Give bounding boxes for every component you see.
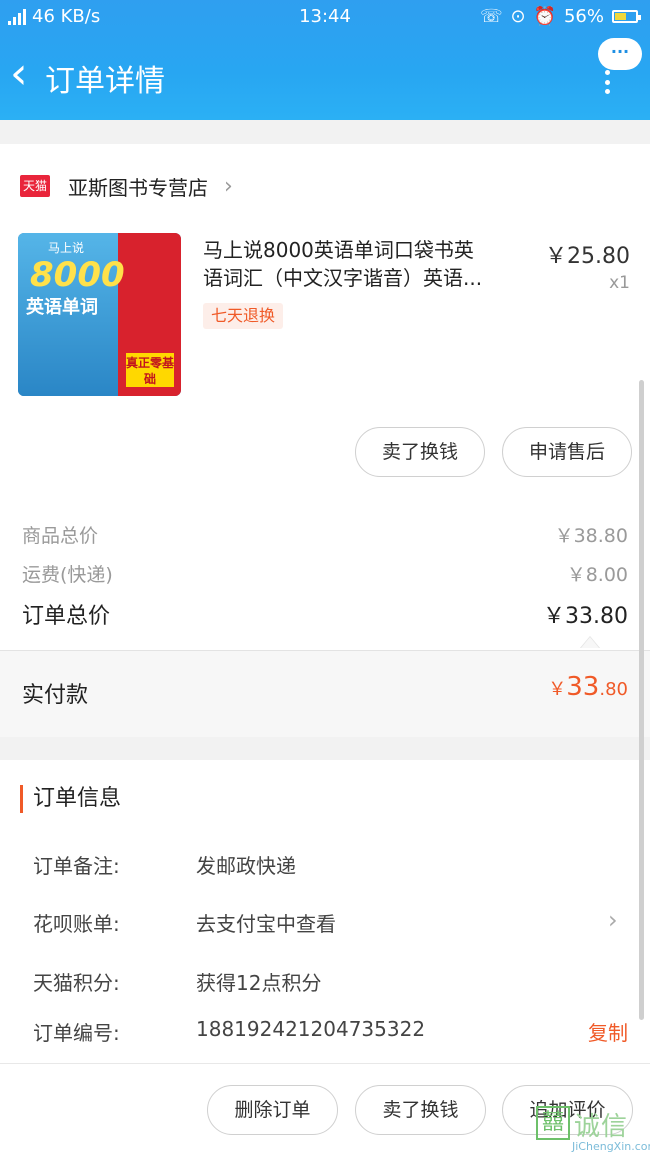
tmall-badge: 天猫 xyxy=(20,175,50,197)
product-image[interactable]: 马上说 8000 英语单词 真正零基础 xyxy=(18,233,181,396)
shipping-row: 运费(快递) ￥8.00 xyxy=(22,564,628,586)
scrollbar[interactable] xyxy=(639,380,644,1020)
sell-for-cash-bottom-button[interactable]: 卖了换钱 xyxy=(355,1085,486,1135)
lock-rotation-icon: ⊙ xyxy=(510,6,526,27)
more-menu-icon[interactable] xyxy=(601,70,613,94)
order-total-row: 订单总价 ￥33.80 xyxy=(22,604,628,629)
order-note-value: 发邮政快递 xyxy=(196,854,296,878)
actual-payment-value: ￥33.80 xyxy=(548,672,628,702)
order-number-value: 1881924212047353​22 xyxy=(196,1017,426,1041)
huabei-bill-label: 花呗账单: xyxy=(33,912,120,936)
seven-day-return-tag: 七天退换 xyxy=(203,303,284,329)
tmall-points-value: 获得12点积分 xyxy=(196,971,322,995)
copy-order-number-button[interactable]: 复制 xyxy=(588,1017,628,1046)
chevron-right-icon: › xyxy=(224,173,233,199)
battery-icon xyxy=(612,10,641,23)
alarm-icon: ⏰ xyxy=(533,6,556,27)
battery-percent: 56% xyxy=(563,6,604,27)
top-bar: 46 KB/s 13:44 ☏ ⊙ ⏰ 56% ‹ 订单详情 ··· xyxy=(0,0,650,120)
status-bar: 46 KB/s 13:44 ☏ ⊙ ⏰ 56% xyxy=(0,0,650,34)
apply-after-sale-button[interactable]: 申请售后 xyxy=(502,427,632,477)
product-quantity: x1 xyxy=(609,273,630,293)
order-note-label: 订单备注: xyxy=(33,854,120,878)
message-bubble-icon[interactable]: ··· xyxy=(598,38,642,70)
chevron-right-icon[interactable]: › xyxy=(608,906,618,934)
back-icon[interactable]: ‹ xyxy=(10,52,46,100)
watermark-logo: 囍 诚信 JiChengXin.com xyxy=(536,1106,650,1153)
goods-total-row: 商品总价 ￥38.80 xyxy=(22,525,628,547)
shop-row[interactable]: 天猫 亚斯图书专营店 › xyxy=(20,168,233,204)
huabei-bill-link[interactable]: 去支付宝中查看 xyxy=(196,908,336,937)
order-number-label: 订单编号: xyxy=(33,1021,120,1045)
product-price: ￥25.80 xyxy=(545,244,630,269)
page-title: 订单详情 xyxy=(45,64,165,99)
sell-for-cash-button[interactable]: 卖了换钱 xyxy=(355,427,485,477)
product-title[interactable]: 马上说8000英语单词口袋书英 语词汇（中文汉字谐音）英语... xyxy=(203,236,533,292)
order-info-title: 订单信息 xyxy=(20,785,121,813)
pointer-notch xyxy=(580,636,600,648)
shop-name: 亚斯图书专营店 xyxy=(68,175,208,200)
actual-payment-label: 实付款 xyxy=(22,683,89,708)
hd-call-icon: ☏ xyxy=(479,6,503,27)
tmall-points-label: 天猫积分: xyxy=(33,971,120,995)
delete-order-button[interactable]: 删除订单 xyxy=(207,1085,338,1135)
